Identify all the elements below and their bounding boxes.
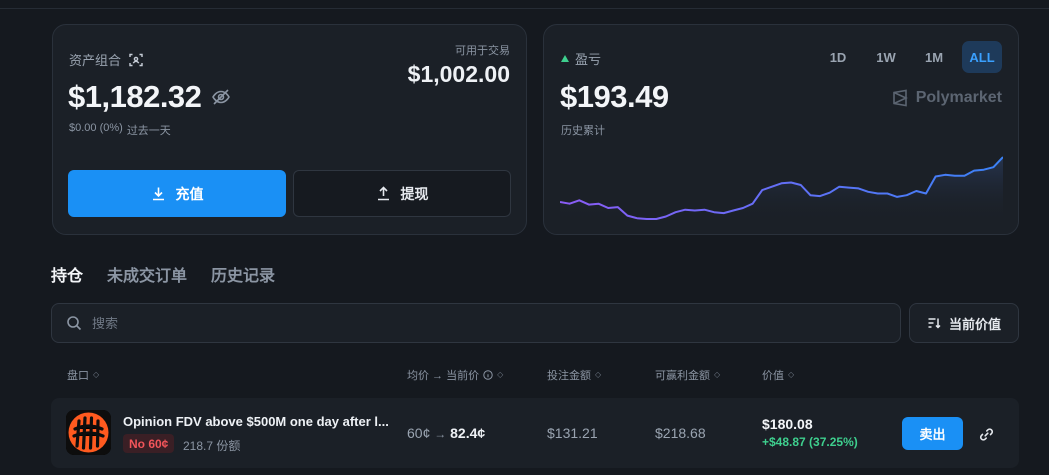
portfolio-change-period: 过去一天 xyxy=(126,125,171,137)
sort-toggle-icon: ◇ xyxy=(788,370,795,379)
pnl-area xyxy=(560,157,1003,223)
range-1w[interactable]: 1W xyxy=(866,41,906,73)
outcome-badge: No 60¢ xyxy=(123,434,175,453)
sort-icon xyxy=(927,316,941,330)
table-row[interactable]: Opinion FDV above $500M one day after l.… xyxy=(51,398,1019,468)
pnl-value: $193.49 xyxy=(560,79,669,114)
col-to-win-label: 可赢利金额 xyxy=(655,370,710,382)
deposit-label: 充值 xyxy=(175,185,204,202)
position-value: $180.08 xyxy=(762,416,813,432)
info-icon xyxy=(483,370,493,380)
pnl-subtitle: 历史累计 xyxy=(561,125,605,137)
pnl-label-row: 盈亏 xyxy=(561,49,601,68)
withdraw-label: 提现 xyxy=(400,185,429,202)
bet-amount: $131.21 xyxy=(547,425,598,441)
eye-off-icon[interactable] xyxy=(211,87,231,107)
table-header: 盘口 ◇ 均价 → 当前价 ◇ 投注金额 ◇ 可赢利金额 ◇ 价值 ◇ xyxy=(0,367,1049,383)
avg-price: 60¢ xyxy=(407,425,431,441)
col-market[interactable]: 盘口 ◇ xyxy=(67,367,99,383)
current-price: 82.4¢ xyxy=(450,425,486,441)
sort-label: 当前价值 xyxy=(948,316,1001,332)
triangle-up-icon xyxy=(561,55,569,62)
tab-history[interactable]: 历史记录 xyxy=(211,262,275,286)
to-win-amount: $218.68 xyxy=(655,425,706,441)
range-1d[interactable]: 1D xyxy=(818,41,858,73)
polymarket-logo-icon xyxy=(891,89,909,107)
portfolio-value: $1,182.32 xyxy=(68,79,202,114)
price-cell: 60¢ → 82.4¢ xyxy=(407,425,485,441)
portfolio-label-row: 资产组合 xyxy=(69,50,143,69)
sort-toggle-icon: ◇ xyxy=(714,370,721,379)
range-selector: 1D 1W 1M ALL xyxy=(818,41,1002,73)
withdraw-button[interactable]: 提现 xyxy=(293,170,511,217)
col-value-label: 价值 xyxy=(762,370,784,382)
col-market-label: 盘口 xyxy=(67,370,89,382)
pnl-card: 盈亏 $193.49 历史累计 1D 1W 1M ALL Polymarket xyxy=(543,24,1019,235)
search-icon xyxy=(66,315,82,331)
share-link-button[interactable] xyxy=(975,423,997,445)
position-value-change: +$48.87 (37.25%) xyxy=(762,435,858,449)
positions-tabs: 持仓 未成交订单 历史记录 xyxy=(51,262,275,286)
arrow-right-icon: → xyxy=(434,427,447,441)
link-icon xyxy=(979,427,994,442)
search-box xyxy=(51,303,901,343)
polymarket-brand: Polymarket xyxy=(891,89,1002,107)
portfolio-label: 资产组合 xyxy=(69,53,122,68)
portfolio-change: $0.00 (0%) xyxy=(69,122,123,134)
pnl-chart xyxy=(560,156,1003,223)
range-1m[interactable]: 1M xyxy=(914,41,954,73)
portfolio-card: 资产组合 $1,182.32 $0.00 (0%) 过去一天 可用于交易 $1,… xyxy=(52,24,527,235)
deposit-button[interactable]: 充值 xyxy=(68,170,286,217)
col-avg-current-label: 均价 → 当前价 xyxy=(407,370,480,382)
market-title[interactable]: Opinion FDV above $500M one day after l.… xyxy=(123,414,398,429)
scan-icon[interactable] xyxy=(129,53,143,67)
sort-toggle-icon: ◇ xyxy=(497,370,504,379)
brand-name: Polymarket xyxy=(915,89,1002,106)
col-bet-label: 投注金额 xyxy=(547,370,591,382)
tab-open-orders[interactable]: 未成交订单 xyxy=(107,262,187,286)
sell-button[interactable]: 卖出 xyxy=(902,417,963,450)
col-to-win[interactable]: 可赢利金额 ◇ xyxy=(655,367,720,383)
market-logo xyxy=(66,410,111,455)
portfolio-value-row: $1,182.32 xyxy=(68,79,231,115)
search-input[interactable] xyxy=(92,315,852,331)
available-value: $1,002.00 xyxy=(407,61,510,87)
col-avg-current[interactable]: 均价 → 当前价 ◇ xyxy=(407,367,503,383)
sort-button[interactable]: 当前价值 xyxy=(909,303,1019,343)
shares-count: 218.7 份额 xyxy=(183,439,241,453)
top-divider xyxy=(0,8,1049,9)
sort-toggle-icon: ◇ xyxy=(595,370,602,379)
range-all[interactable]: ALL xyxy=(962,41,1002,73)
sort-toggle-icon: ◇ xyxy=(93,370,100,379)
pnl-label: 盈亏 xyxy=(575,52,602,67)
col-value[interactable]: 价值 ◇ xyxy=(762,367,794,383)
tab-positions[interactable]: 持仓 xyxy=(51,262,83,286)
available-label: 可用于交易 xyxy=(455,45,510,57)
portfolio-change-row: $0.00 (0%) 过去一天 xyxy=(69,122,171,138)
download-icon xyxy=(151,186,166,201)
upload-icon xyxy=(376,186,391,201)
col-bet[interactable]: 投注金额 ◇ xyxy=(547,367,601,383)
